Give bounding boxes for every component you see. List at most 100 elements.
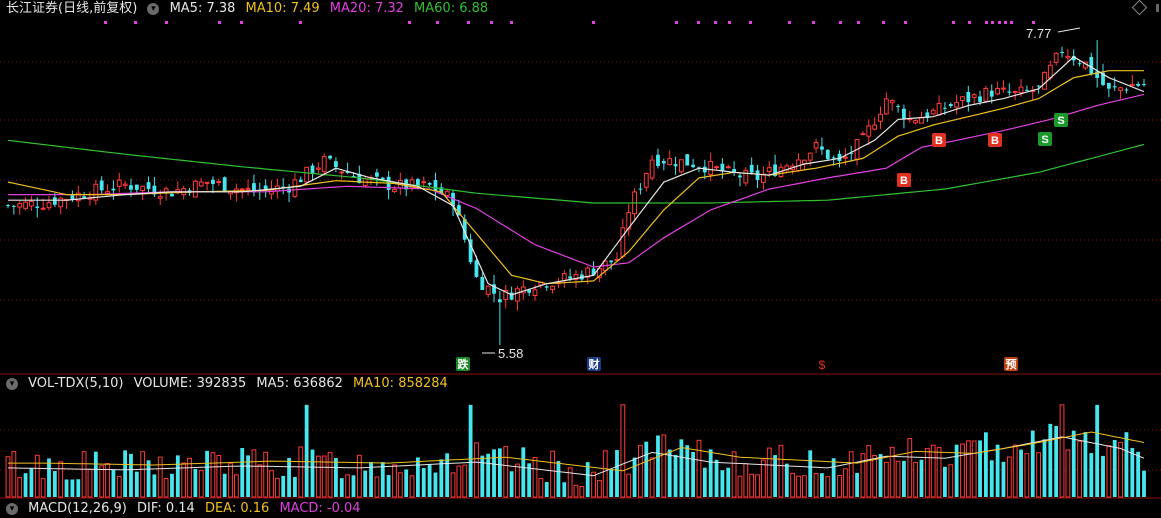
volume-bar: [831, 458, 836, 497]
candle-body: [1007, 91, 1012, 93]
volume-bar: [70, 479, 75, 497]
candle-body: [105, 191, 110, 194]
candle-body: [480, 277, 485, 290]
volume-bar: [105, 463, 110, 498]
volume-bar: [157, 456, 163, 498]
candle-body: [1129, 83, 1135, 87]
macd-value: MACD: -0.04: [279, 501, 361, 516]
volume-bar: [23, 473, 28, 497]
candle-body: [1142, 84, 1146, 86]
candle-body: [738, 175, 742, 178]
candle-body: [825, 149, 830, 160]
volume-bar: [883, 461, 889, 498]
volume-bar: [233, 474, 239, 498]
volume-bar: [409, 475, 415, 498]
volume-bar: [1019, 449, 1023, 497]
volume-bar: [263, 451, 269, 498]
signal-dot: [592, 21, 595, 24]
signal-dot: [697, 21, 700, 24]
volume-bar: [848, 451, 854, 498]
candle-body: [1065, 55, 1071, 59]
candle-body: [427, 183, 432, 185]
volume-bar: [421, 468, 426, 497]
volume-bar: [450, 472, 456, 498]
candle-body: [860, 133, 866, 136]
signal-dot: [1010, 21, 1013, 24]
candle-body: [497, 299, 502, 303]
candle-body: [122, 183, 128, 186]
candle-body: [948, 104, 953, 107]
volume-bar: [111, 469, 116, 497]
ma60-value: MA60: 6.88: [414, 1, 489, 16]
volume-dropdown-icon[interactable]: [6, 377, 18, 390]
volume-bar: [790, 472, 796, 498]
candle-body: [1001, 87, 1006, 90]
candle-body: [872, 124, 878, 130]
volume-bar: [468, 404, 473, 497]
volume-bar: [615, 450, 619, 497]
candle-body: [222, 177, 227, 192]
volume-bar: [907, 437, 913, 498]
candle-body: [685, 154, 690, 166]
volume-bar: [327, 452, 333, 498]
volume-bar: [345, 474, 351, 498]
volume-bar: [34, 454, 40, 498]
volume-bar: [585, 462, 590, 497]
volume-bar: [439, 459, 444, 497]
signal-dot: [788, 21, 791, 24]
volume-bar: [960, 443, 965, 498]
volume-bar: [205, 450, 209, 497]
candle-body: [515, 288, 520, 302]
volume-bar: [175, 455, 180, 497]
volume-bar: [532, 456, 538, 498]
candle-body: [392, 188, 397, 193]
stock-label[interactable]: 长江证券(日线,前复权): [6, 1, 137, 16]
ma60-line: [7, 139, 1145, 204]
volume-bar: [163, 477, 169, 498]
signal-dot: [882, 21, 885, 24]
signal-dot: [749, 21, 752, 24]
volume-bar: [392, 464, 397, 498]
candle-body: [954, 102, 960, 108]
candle-body: [198, 181, 204, 187]
scroll-handle[interactable]: [1156, 4, 1159, 12]
volume-bar: [1112, 440, 1117, 497]
volume-bar: [766, 447, 772, 498]
dropdown-icon[interactable]: [147, 2, 160, 15]
candle-body: [40, 207, 46, 210]
volume-bar: [310, 449, 315, 497]
volume-bar: [76, 479, 81, 497]
macd-indicator[interactable]: MACD(12,26,9): [28, 501, 127, 516]
volume-bar: [1059, 404, 1065, 498]
candle-body: [1106, 83, 1111, 89]
sell-marker: S: [1041, 134, 1048, 146]
volume-bar: [749, 473, 755, 498]
buy-marker: B: [900, 175, 908, 187]
volume-bar: [895, 460, 901, 498]
kline-chart[interactable]: B B B SS 跌 财 $ 预 7.77 5.58: [0, 0, 1161, 512]
price-annotations: 7.77 5.58: [482, 26, 1081, 361]
candle-body: [760, 173, 766, 183]
signal-dot: [299, 21, 302, 24]
macd-dropdown-icon[interactable]: [6, 502, 18, 515]
volume-bar: [1042, 439, 1047, 497]
ma5-value: MA5: 7.38: [169, 1, 236, 16]
volume-value: VOLUME: 392835: [133, 376, 247, 391]
candle-body: [930, 109, 936, 115]
ma5-line: [8, 56, 1145, 296]
volume-indicator[interactable]: VOL-TDX(5,10): [28, 376, 123, 391]
candle-body: [966, 91, 971, 103]
candle-body: [807, 152, 813, 161]
signal-dot: [857, 21, 860, 24]
candle-body: [116, 179, 122, 187]
volume-bar: [632, 457, 637, 497]
candle-body: [1118, 87, 1123, 91]
candle-body: [978, 96, 982, 102]
candle-body: [913, 120, 919, 124]
volume-bar: [965, 440, 971, 498]
volume-bar: [714, 459, 719, 497]
candle-body: [170, 193, 174, 197]
volume-bar: [281, 475, 286, 497]
signal-dot: [968, 21, 971, 24]
volume-bar: [943, 466, 947, 497]
